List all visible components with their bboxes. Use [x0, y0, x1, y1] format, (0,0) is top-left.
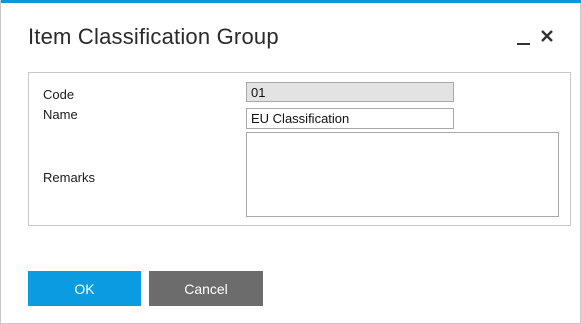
dialog-window: Item Classification Group Code Name Rema… — [0, 0, 581, 324]
title-accent-bar — [1, 0, 581, 3]
remarks-field[interactable] — [246, 132, 559, 217]
cancel-button[interactable]: Cancel — [149, 271, 263, 306]
close-button[interactable] — [537, 24, 559, 48]
form-panel: Code Name Remarks — [28, 72, 571, 226]
code-label: Code — [43, 87, 75, 102]
remarks-label: Remarks — [43, 170, 96, 185]
minimize-button[interactable] — [513, 24, 535, 48]
name-label: Name — [43, 107, 78, 122]
name-field[interactable] — [246, 108, 454, 129]
code-field[interactable] — [246, 82, 454, 102]
dialog-title: Item Classification Group — [28, 24, 279, 49]
minimize-icon — [517, 43, 530, 45]
ok-button[interactable]: OK — [28, 271, 141, 306]
close-icon — [541, 30, 553, 42]
